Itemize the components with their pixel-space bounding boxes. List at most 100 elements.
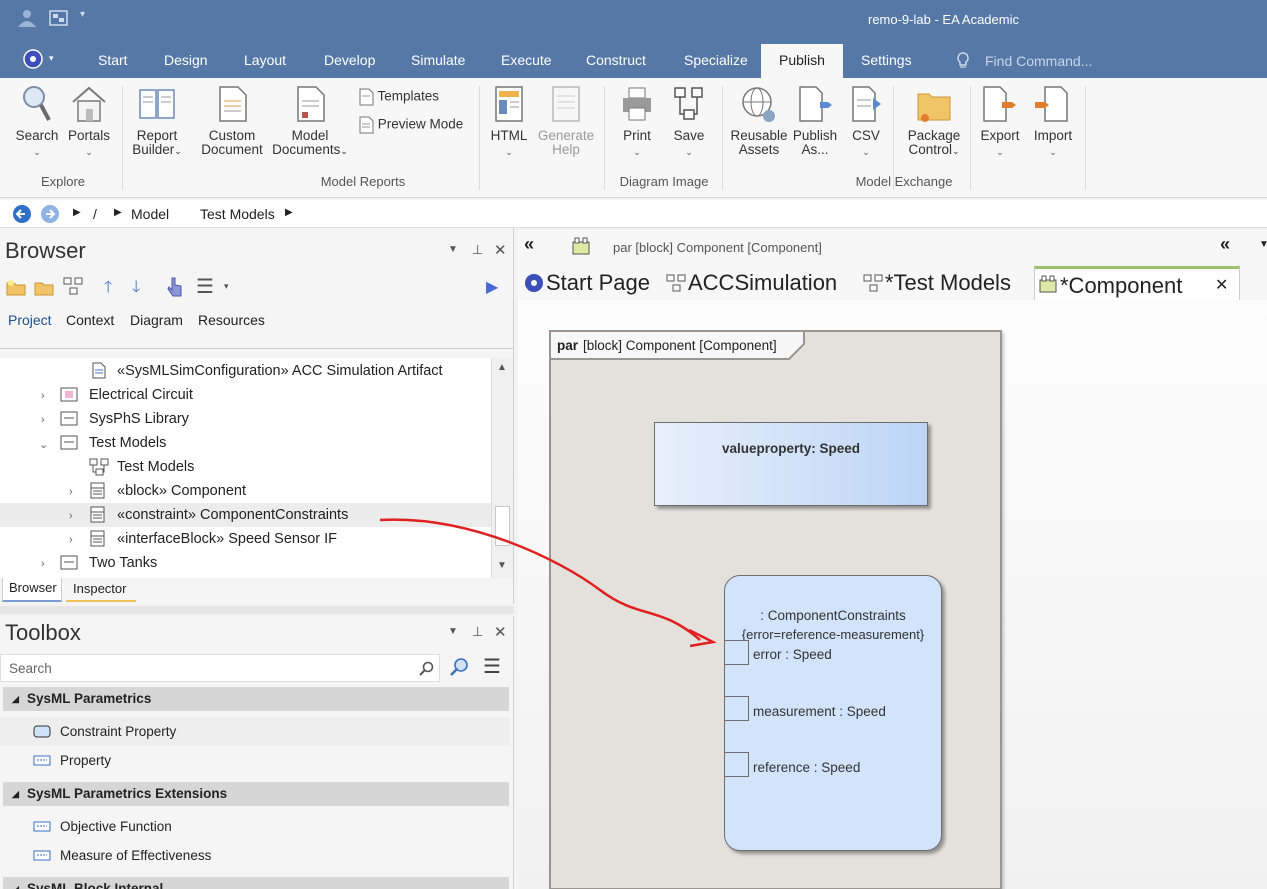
- toolbox-search-input[interactable]: Search: [0, 654, 440, 682]
- generate-help-button[interactable]: Generate Help: [536, 84, 596, 157]
- tab-construct[interactable]: Construct: [586, 52, 646, 68]
- csv-button[interactable]: CSV ⌄: [846, 84, 886, 159]
- export-button[interactable]: Export ⌄: [976, 84, 1024, 159]
- chevron-right-icon[interactable]: ›: [41, 384, 45, 408]
- collapse-icon[interactable]: ◢: [12, 877, 19, 889]
- section-sysml-parametrics-extensions[interactable]: ◢ SysML Parametrics Extensions: [3, 782, 509, 806]
- collapse-icon[interactable]: ◢: [12, 782, 19, 806]
- panel-dropdown-icon[interactable]: ▼: [448, 626, 458, 637]
- panel-splitter[interactable]: [0, 606, 514, 614]
- tab-settings[interactable]: Settings: [861, 52, 912, 68]
- tree-item-test-models-package[interactable]: ⌄ Test Models: [0, 431, 491, 455]
- forward-icon[interactable]: [40, 204, 60, 224]
- tab-diagram[interactable]: Diagram: [130, 312, 183, 328]
- diagram-canvas[interactable]: par [block] Component [Component] valuep…: [518, 300, 1267, 889]
- app-menu-chevron-icon[interactable]: ▾: [49, 53, 54, 64]
- tab-simulate[interactable]: Simulate: [411, 52, 465, 68]
- chevron-right-icon[interactable]: ›: [69, 480, 73, 504]
- model-documents-button[interactable]: Model Documents⌄: [270, 84, 350, 158]
- toolbox-menu-icon[interactable]: ☰: [483, 654, 501, 679]
- pin-icon[interactable]: ⊥: [472, 242, 483, 258]
- new-diagram-icon[interactable]: [62, 276, 84, 296]
- save-button[interactable]: Save ⌄: [666, 84, 712, 159]
- folder-icon[interactable]: [34, 278, 54, 296]
- tree-item-electrical-circuit[interactable]: › Electrical Circuit: [0, 383, 491, 407]
- chevron-down-icon[interactable]: ⌄: [39, 433, 48, 457]
- tab-resources[interactable]: Resources: [198, 312, 265, 328]
- tab-layout[interactable]: Layout: [244, 52, 286, 68]
- import-button[interactable]: Import ⌄: [1028, 84, 1078, 159]
- collapse-right-icon[interactable]: «: [1220, 234, 1230, 255]
- tree-scrollbar[interactable]: ▲ ▼: [491, 358, 513, 578]
- tab-publish[interactable]: Publish: [761, 44, 843, 78]
- tab-start[interactable]: Start: [98, 52, 128, 68]
- close-tab-icon[interactable]: ✕: [1215, 269, 1228, 303]
- crumb-root[interactable]: /: [93, 206, 97, 222]
- tab-browser[interactable]: Browser: [2, 578, 62, 602]
- search-icon[interactable]: [419, 661, 435, 677]
- tree-item-component-constraints[interactable]: › «constraint» ComponentConstraints: [0, 503, 491, 527]
- portals-button[interactable]: Portals ⌄: [66, 84, 112, 159]
- tab-test-models[interactable]: *Test Models: [863, 266, 1011, 300]
- scroll-up-icon[interactable]: ▲: [497, 362, 507, 373]
- tab-specialize[interactable]: Specialize: [684, 52, 748, 68]
- menu-chevron-icon[interactable]: ▾: [224, 281, 229, 292]
- tab-execute[interactable]: Execute: [501, 52, 552, 68]
- report-builder-button[interactable]: Report Builder⌄: [128, 84, 186, 158]
- move-up-icon[interactable]: 🡑: [104, 276, 112, 303]
- tree-item-block-component[interactable]: › «block» Component: [0, 479, 491, 503]
- app-menu-icon[interactable]: [22, 48, 44, 70]
- tab-start-page[interactable]: Start Page: [522, 266, 650, 300]
- back-icon[interactable]: [12, 204, 32, 224]
- find-command-input[interactable]: Find Command...: [985, 53, 1092, 69]
- tree-item-test-models-diagram[interactable]: Test Models: [0, 455, 491, 479]
- section-sysml-block-internal[interactable]: ◢ SysML Block Internal: [3, 877, 509, 889]
- tab-component[interactable]: *Component ✕: [1034, 266, 1240, 300]
- tree-item-acc-simulation-artifact[interactable]: «SysMLSimConfiguration» ACC Simulation A…: [0, 359, 491, 383]
- collapse-icon[interactable]: ◢: [12, 687, 19, 711]
- section-sysml-parametrics[interactable]: ◢ SysML Parametrics: [3, 687, 509, 711]
- menu-icon[interactable]: ☰: [196, 274, 214, 299]
- panel-dropdown-icon[interactable]: ▼: [448, 244, 458, 255]
- pin-icon[interactable]: ⊥: [472, 624, 483, 640]
- chevron-right-icon[interactable]: ›: [69, 504, 73, 528]
- crumb-model[interactable]: Model: [131, 206, 169, 222]
- value-property-element[interactable]: valueproperty: Speed: [654, 422, 928, 506]
- toolbox-item-objective-function[interactable]: Objective Function: [0, 812, 510, 841]
- port-error[interactable]: [724, 640, 749, 665]
- tab-design[interactable]: Design: [164, 52, 208, 68]
- toolbox-item-constraint-property[interactable]: Constraint Property: [0, 717, 510, 746]
- port-measurement[interactable]: [724, 696, 749, 721]
- tab-develop[interactable]: Develop: [324, 52, 375, 68]
- dropdown-icon[interactable]: ▼: [1259, 239, 1267, 250]
- scroll-thumb[interactable]: [495, 506, 510, 546]
- move-down-icon[interactable]: 🡓: [132, 276, 140, 303]
- package-control-button[interactable]: Package Control⌄: [902, 84, 966, 158]
- locate-hand-icon[interactable]: [166, 276, 184, 298]
- templates-button[interactable]: Templates: [358, 88, 439, 106]
- find-toolbox-item-icon[interactable]: [448, 656, 470, 678]
- chevron-right-icon[interactable]: ›: [41, 408, 45, 432]
- new-package-icon[interactable]: [6, 278, 26, 296]
- html-button[interactable]: HTML ⌄: [486, 84, 532, 159]
- tab-context[interactable]: Context: [66, 312, 114, 328]
- search-button[interactable]: Search ⌄: [14, 84, 60, 159]
- preview-mode-button[interactable]: Preview Mode: [358, 116, 463, 134]
- close-icon[interactable]: ✕: [494, 623, 507, 641]
- scroll-down-icon[interactable]: ▼: [497, 560, 507, 571]
- crumb-test-models[interactable]: Test Models: [200, 206, 275, 222]
- chevron-right-icon[interactable]: ›: [69, 528, 73, 552]
- tree-item-two-tanks[interactable]: › Two Tanks: [0, 551, 491, 575]
- port-reference[interactable]: [724, 752, 749, 777]
- close-icon[interactable]: ✕: [494, 241, 507, 259]
- chevron-right-icon[interactable]: ›: [41, 552, 45, 576]
- collapse-left-icon[interactable]: «: [524, 234, 534, 255]
- print-button[interactable]: Print ⌄: [614, 84, 660, 159]
- tab-inspector[interactable]: Inspector: [66, 580, 136, 602]
- toolbox-item-property[interactable]: Property: [0, 746, 510, 775]
- tab-project[interactable]: Project: [8, 312, 52, 328]
- toolbox-item-measure-of-effectiveness[interactable]: Measure of Effectiveness: [0, 841, 510, 870]
- tree-item-sysphs-library[interactable]: › SysPhS Library: [0, 407, 491, 431]
- reusable-assets-button[interactable]: Reusable Assets: [730, 84, 788, 157]
- expand-icon[interactable]: ▶: [486, 277, 498, 297]
